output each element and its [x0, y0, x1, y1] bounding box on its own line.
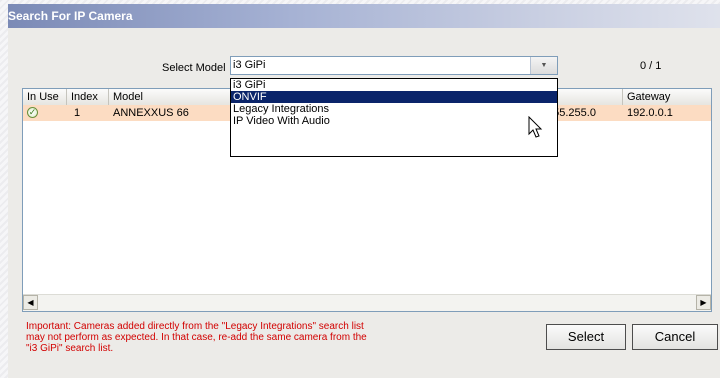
dialog-title: Search For IP Camera	[8, 9, 133, 23]
check-icon: ✓	[27, 107, 38, 118]
model-dropdown-list[interactable]: i3 GiPi ONVIF Legacy Integrations IP Vid…	[230, 78, 558, 157]
cell-gateway: 192.0.0.1	[627, 107, 673, 119]
dialog-titlebar: Search For IP Camera	[8, 4, 720, 28]
select-model-label: Select Model	[162, 62, 226, 74]
dropdown-arrow-button[interactable]: ▼	[530, 57, 557, 74]
column-index[interactable]: Index	[67, 89, 109, 105]
scroll-left-icon[interactable]: ◀	[23, 295, 38, 310]
model-select-value: i3 GiPi	[233, 59, 266, 71]
cancel-button[interactable]: Cancel	[632, 324, 718, 350]
model-select[interactable]: i3 GiPi ▼	[230, 56, 558, 75]
dropdown-option-selected[interactable]: ONVIF	[231, 91, 557, 103]
column-gateway[interactable]: Gateway	[623, 89, 711, 105]
dropdown-option[interactable]: i3 GiPi	[231, 79, 557, 91]
cell-model: ANNEXXUS 66	[113, 107, 189, 119]
result-counter: 0 / 1	[640, 60, 662, 72]
dialog-content: Select Model i3 GiPi ▼ 0 / 1 In Use Inde…	[8, 28, 720, 378]
scroll-right-icon[interactable]: ▶	[696, 295, 711, 310]
horizontal-scrollbar[interactable]: ◀ ▶	[23, 294, 711, 311]
dropdown-option[interactable]: IP Video With Audio	[231, 115, 557, 127]
mouse-cursor-icon	[528, 116, 543, 138]
chevron-down-icon: ▼	[540, 62, 548, 69]
cell-index: 1	[74, 107, 81, 119]
dropdown-option[interactable]: Legacy Integrations	[231, 103, 557, 115]
column-in-use[interactable]: In Use	[23, 89, 67, 105]
search-camera-dialog: Search For IP Camera Select Model i3 GiP…	[8, 4, 720, 378]
select-button[interactable]: Select	[546, 324, 626, 350]
legacy-warning-text: Important: Cameras added directly from t…	[26, 321, 367, 354]
